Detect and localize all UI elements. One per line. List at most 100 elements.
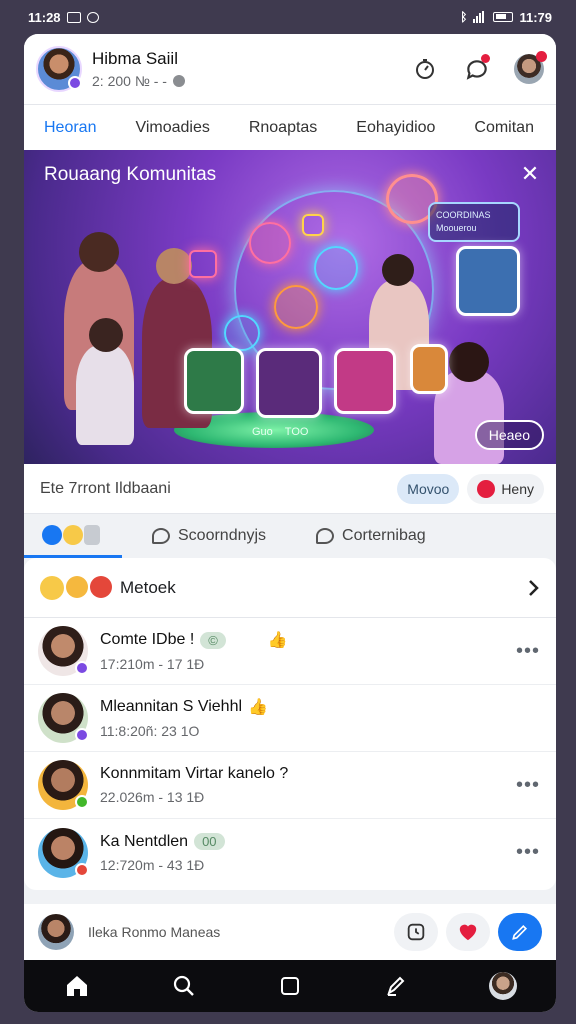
person-head: [79, 232, 119, 272]
move-chip[interactable]: Movoo: [397, 473, 460, 504]
video-frame: [334, 348, 396, 414]
avatar: [38, 693, 89, 743]
tab-videos[interactable]: Vimoadies: [135, 119, 209, 137]
nav-profile[interactable]: [488, 972, 517, 1000]
avatar[interactable]: [36, 46, 82, 92]
reaction-tabs: Scoorndnyjs Corternibag: [24, 514, 556, 558]
heart-chip[interactable]: Heny: [467, 473, 544, 504]
tab-groups[interactable]: Rnoaptas: [249, 119, 318, 137]
video-frame: [456, 246, 520, 316]
list-item[interactable]: Mleannitan S Viehhl 👍 11:8:20ñ: 23 1O: [24, 685, 556, 752]
tab-events[interactable]: Eohayidioo: [356, 119, 435, 137]
close-icon: ✕: [520, 161, 540, 186]
item-emoji: 👍: [248, 699, 268, 716]
community-banner[interactable]: COORDINAS Moouerou Guo TOO Rouaang Komun…: [24, 150, 556, 464]
video-frame: [184, 348, 244, 414]
chevron-right-icon: [529, 579, 539, 596]
profile-meta-text: 2: 200 № - -: [92, 73, 167, 89]
timer-button[interactable]: [410, 54, 440, 84]
heart-icon: [459, 924, 477, 941]
item-title: Mleannitan S Viehhl: [100, 698, 243, 715]
heart-bubble-icon: [249, 222, 291, 264]
list-item[interactable]: Comte IDbe ! © 👍 17:210m - 17 1Ð •••: [24, 618, 556, 685]
signal-icon: [473, 11, 487, 23]
tab-community[interactable]: Comitan: [474, 119, 534, 137]
banner-action-button[interactable]: Heaeo: [474, 420, 544, 450]
profile-header: Hibma Saiil 2: 200 № - -: [24, 34, 556, 104]
love-button[interactable]: [446, 913, 490, 951]
music-bubble-icon: [314, 246, 358, 290]
person-head: [382, 254, 414, 286]
avatar: [38, 914, 74, 950]
nav-overview[interactable]: [276, 972, 304, 1000]
top-tabs: Heoran Vimoadies Rnoaptas Eohayidioo Com…: [24, 104, 556, 150]
search-icon: [173, 975, 194, 996]
app-window: Hibma Saiil 2: 200 № - - Heoran Vimoadie…: [24, 34, 556, 1012]
profile-name: Hibma Saiil: [92, 49, 178, 68]
status-badge: [75, 728, 89, 742]
close-button[interactable]: ✕: [518, 161, 542, 186]
status-badge: [75, 862, 89, 877]
more-options-icon[interactable]: •••: [514, 841, 542, 864]
attach-button[interactable]: [394, 913, 438, 951]
item-title: Konnmitam Virtar kanelo ?: [100, 765, 289, 782]
messenger-icon: [86, 11, 99, 23]
person-head: [449, 342, 489, 382]
profile-meta: 2: 200 № - -: [92, 73, 410, 89]
profile-info[interactable]: Hibma Saiil 2: 200 № - -: [92, 49, 410, 89]
status-badge: [75, 661, 89, 675]
square-icon: [280, 977, 299, 995]
chat-bubble-small-icon: [224, 315, 260, 351]
nav-create[interactable]: [382, 972, 410, 1000]
tab-reactions[interactable]: [24, 514, 122, 558]
more-options-icon[interactable]: •••: [514, 774, 542, 797]
banner-title: Rouaang Komunitas: [44, 164, 217, 185]
reaction-list-card: Metoek Comte IDbe ! © 👍 17:210m - 17 1Ð …: [24, 558, 556, 890]
tab-comments[interactable]: Scoorndnyjs: [122, 514, 290, 558]
messages-button[interactable]: [462, 54, 492, 84]
sparkle-icon: [302, 214, 324, 236]
avatar: [38, 760, 89, 810]
stage-label: TOO: [284, 426, 309, 438]
wow-emoji-icon: [66, 575, 88, 598]
status-right-time: 11:79: [519, 9, 552, 25]
nav-search[interactable]: [170, 972, 198, 1000]
comment-composer: Ileka Ronmo Maneas: [24, 904, 556, 960]
stage-label: Guo: [252, 426, 273, 438]
banner-tag-line: Moouerou: [436, 223, 477, 233]
more-options-icon[interactable]: •••: [514, 640, 542, 663]
item-subtitle: 12:720m - 43 1Ð: [100, 856, 205, 873]
item-subtitle: 17:210m - 17 1Ð: [100, 656, 205, 672]
account-avatar[interactable]: [514, 51, 547, 84]
reaction-summary-row[interactable]: Metoek: [24, 558, 556, 618]
list-item[interactable]: Ka Nentdlen 00 12:720m - 43 1Ð •••: [24, 819, 556, 886]
item-pill: ©: [200, 631, 226, 649]
bottom-navigation: [24, 960, 556, 1012]
notification-dot: [536, 51, 547, 62]
tab-shares[interactable]: Corternibag: [290, 514, 426, 558]
tab-home[interactable]: Heoran: [44, 119, 96, 137]
send-button[interactable]: [498, 913, 542, 951]
status-row: Ete 7rront Ildbaani Movoo Heny: [24, 464, 556, 514]
nav-home[interactable]: [63, 972, 91, 1000]
like-reaction-icon: [42, 524, 62, 545]
star-bubble-icon: [274, 285, 318, 329]
comment-input[interactable]: Ileka Ronmo Maneas: [88, 924, 386, 940]
pen-icon: [387, 976, 405, 996]
gallery-icon: [66, 11, 81, 23]
item-title: Comte IDbe !: [100, 631, 195, 648]
share-comment-icon: [316, 528, 335, 544]
item-pill: 00: [194, 833, 225, 850]
bluetooth-icon: ᛒ: [460, 10, 468, 24]
person-illustration: [76, 345, 134, 445]
globe-icon: [172, 75, 185, 87]
video-frame: [256, 348, 322, 418]
list-item[interactable]: Konnmitam Virtar kanelo ? 22.026m - 13 1…: [24, 752, 556, 819]
home-icon: [67, 976, 88, 996]
heart-chip-label: Heny: [501, 480, 534, 497]
avatar: [38, 626, 89, 676]
reaction-summary-title: Metoek: [120, 577, 176, 597]
status-time: 11:28: [28, 9, 61, 25]
person-head: [89, 318, 123, 352]
tab-comments-label: Scoorndnyjs: [178, 527, 267, 544]
